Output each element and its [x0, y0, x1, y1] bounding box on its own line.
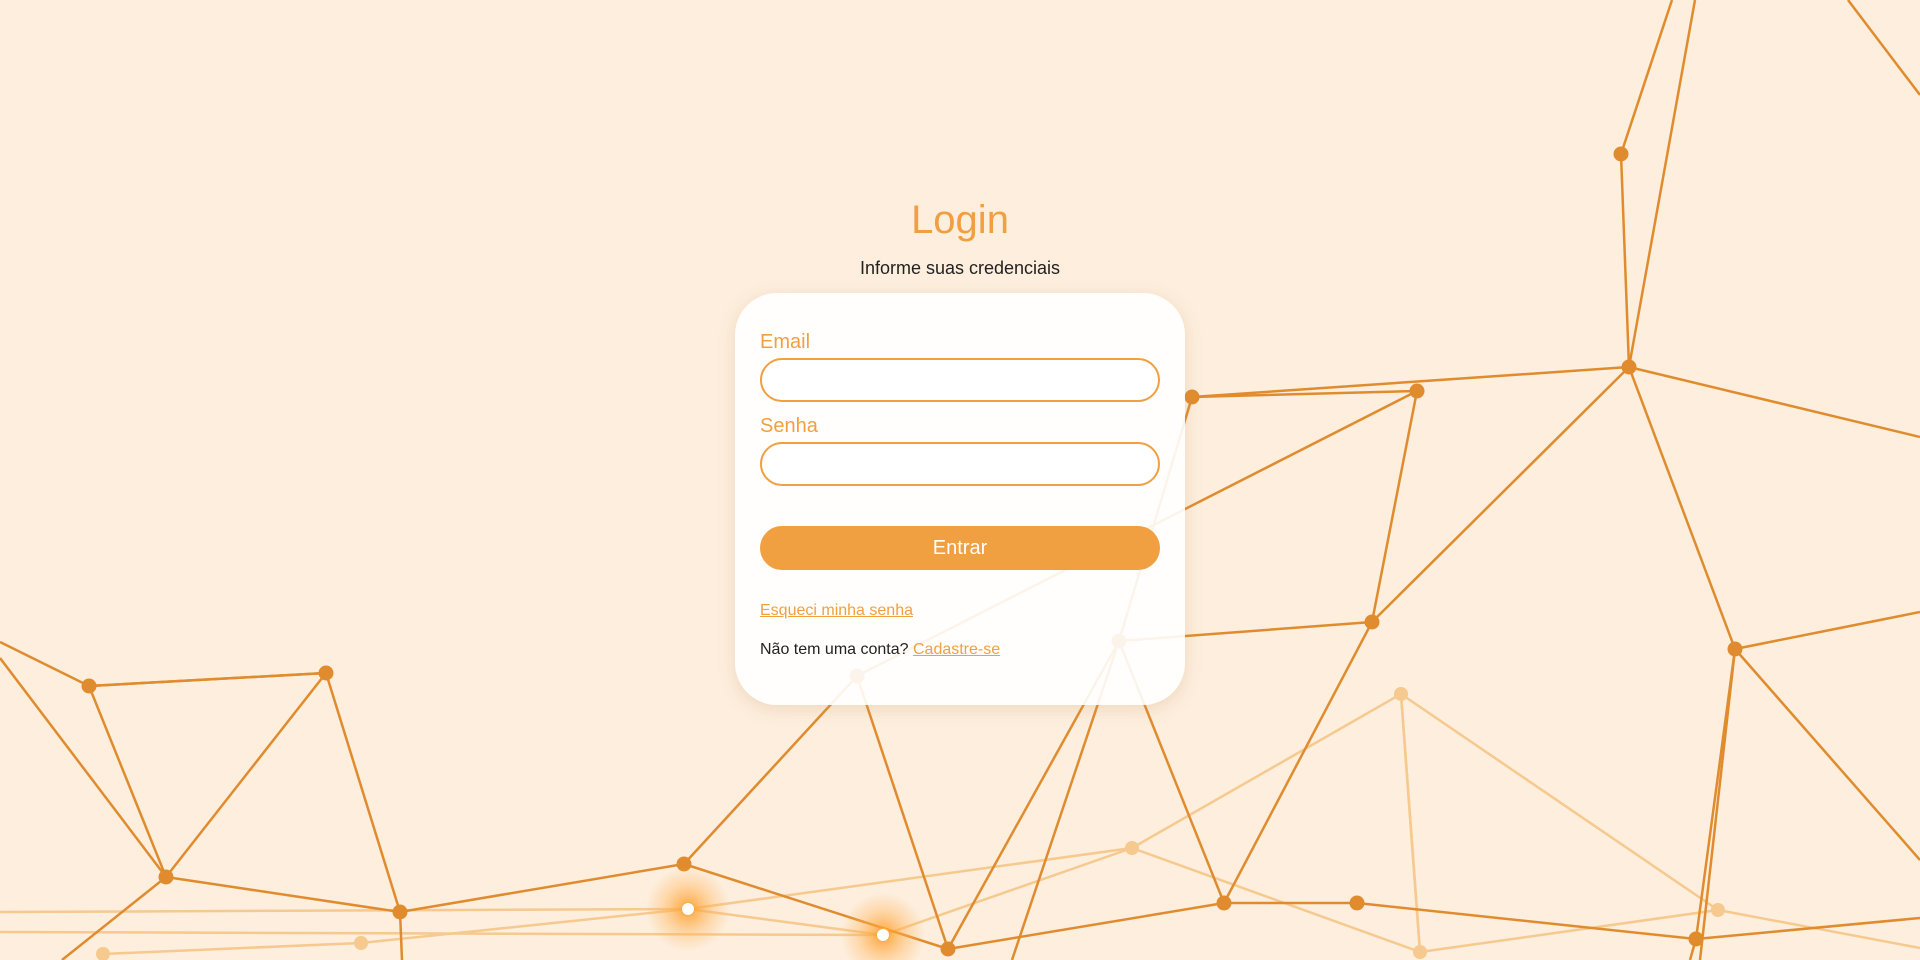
network-node-faint	[1711, 903, 1725, 917]
network-node	[1621, 359, 1637, 375]
network-line	[947, 901, 1225, 951]
network-line	[87, 685, 168, 878]
network-node-glow-core	[877, 929, 889, 941]
signup-prompt: Não tem uma conta?	[760, 641, 909, 658]
network-line	[1628, 365, 1920, 439]
network-node	[81, 678, 97, 694]
forgot-password-link[interactable]: Esqueci minha senha	[760, 602, 913, 620]
network-node	[940, 941, 956, 957]
network-node	[1613, 146, 1629, 162]
network-line-faint	[102, 941, 362, 956]
network-line	[88, 671, 327, 688]
network-node-faint	[1125, 841, 1139, 855]
network-node-faint	[354, 936, 368, 950]
network-node	[1409, 383, 1425, 399]
network-node-faint	[1413, 945, 1427, 959]
network-line	[165, 875, 401, 914]
network-line	[1370, 390, 1419, 623]
network-node	[1216, 895, 1232, 911]
network-line-faint	[360, 907, 689, 945]
network-line	[324, 672, 402, 913]
password-label: Senha	[760, 415, 818, 437]
network-node	[318, 665, 334, 681]
network-node	[392, 904, 408, 920]
page-subtitle: Informe suas credenciais	[859, 258, 1061, 278]
network-line-faint	[1717, 908, 1920, 950]
network-node-glow	[841, 893, 925, 960]
network-line	[61, 876, 167, 960]
email-field[interactable]	[760, 358, 1160, 402]
network-line-faint	[1400, 692, 1719, 912]
network-line	[0, 657, 167, 878]
network-node	[1727, 641, 1743, 657]
network-node	[1688, 931, 1704, 947]
signup-link[interactable]: Cadastre-se	[913, 641, 1000, 658]
network-line	[1619, 0, 1674, 155]
network-node-glow-core	[682, 903, 694, 915]
network-line-faint	[1131, 846, 1421, 954]
network-line	[1734, 648, 1920, 861]
network-line	[399, 862, 685, 914]
network-line-faint	[0, 907, 689, 914]
network-node	[1184, 389, 1200, 405]
network-line-faint	[1399, 693, 1422, 953]
network-line	[1695, 916, 1920, 941]
network-line-faint	[0, 930, 884, 937]
page-title: Login	[911, 198, 1009, 242]
network-line	[0, 640, 90, 688]
password-field[interactable]	[760, 442, 1160, 486]
email-label: Email	[760, 331, 811, 353]
network-line	[1734, 610, 1920, 651]
network-node	[1364, 614, 1380, 630]
network-node	[158, 869, 174, 885]
network-line-faint	[1419, 908, 1719, 954]
network-line	[1847, 0, 1920, 96]
network-line-faint	[687, 846, 1133, 911]
network-line	[165, 672, 327, 878]
submit-button[interactable]: Entrar	[760, 526, 1160, 570]
login-card: Email Senha Entrar Esqueci minha senha N…	[735, 293, 1185, 705]
network-line	[1627, 0, 1697, 368]
network-line	[1371, 366, 1630, 623]
network-node-faint	[1394, 687, 1408, 701]
network-line	[1222, 621, 1374, 904]
signup-row: Não tem uma conta? Cadastre-se	[760, 641, 1000, 659]
network-node-faint	[96, 947, 110, 960]
network-node	[1349, 895, 1365, 911]
network-line	[1627, 366, 1737, 650]
